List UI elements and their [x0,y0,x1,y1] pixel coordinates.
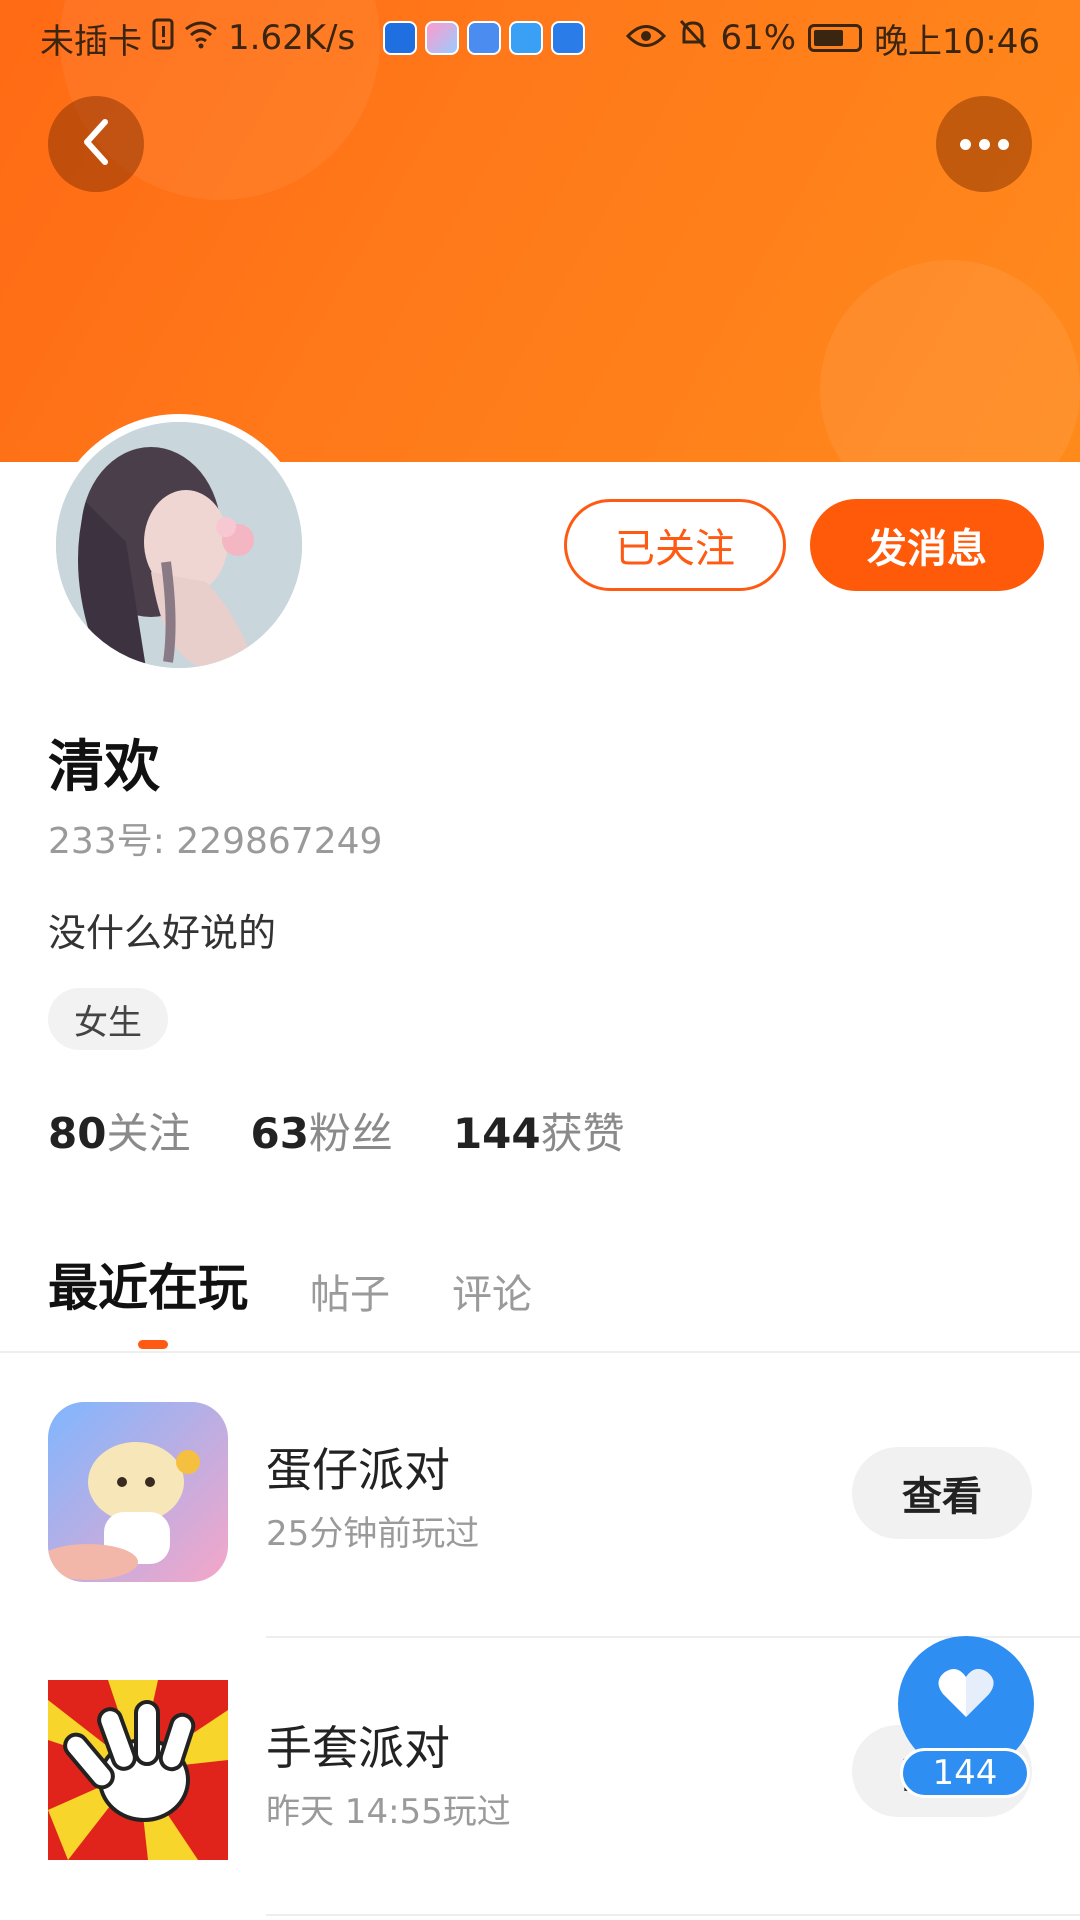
game-played-time: 昨天 14:55玩过 [266,1792,511,1832]
tab-comments[interactable]: 评论 [452,1262,532,1320]
ribbon-app-icon [425,21,460,55]
active-tab-indicator [138,1340,168,1349]
send-message-button[interactable]: 发消息 [810,499,1044,591]
tabs-divider [0,1351,1080,1353]
gender-tag: 女生 [48,988,168,1050]
more-dots-icon [959,138,1009,150]
browser-app-icon [509,21,544,55]
list-item[interactable]: 蛋仔派对 25分钟前玩过 查看 [0,1402,1080,1582]
stat-following-count: 80 [48,1109,107,1158]
stat-fans-label: 粉丝 [308,1109,393,1158]
more-button[interactable] [936,96,1032,192]
wifi-icon [184,18,218,58]
net-speed-text: 1.62K/s [228,18,356,58]
stat-following-label: 关注 [106,1109,191,1158]
sim-alert-icon [152,18,174,59]
heart-icon [937,1667,995,1723]
shield-app-icon [383,21,418,55]
status-bar: 未插卡 1.62K/s 61% 晚上10:46 [0,0,1080,76]
stat-following[interactable]: 80 关注 [48,1100,190,1161]
profile-tabs: 最近在玩 帖子 评论 [48,1248,532,1320]
game-title: 手套派对 [266,1721,450,1775]
stat-fans[interactable]: 63 粉丝 [250,1100,392,1161]
profile-stats: 80 关注 63 粉丝 144 获赞 [48,1100,625,1161]
stat-fans-count: 63 [250,1109,309,1158]
tab-posts[interactable]: 帖子 [310,1262,390,1320]
bulb-app-icon [551,21,586,55]
game-played-time: 25分钟前玩过 [266,1514,480,1554]
tab-recent-playing[interactable]: 最近在玩 [48,1248,248,1320]
battery-percent-text: 61% [720,18,797,58]
profile-name: 清欢 [48,735,160,800]
avatar[interactable] [48,414,310,676]
eggy-party-game-icon [48,1402,228,1582]
stat-likes-count: 144 [452,1109,541,1158]
stat-likes[interactable]: 144 获赞 [453,1100,625,1161]
bell-muted-icon [678,18,708,59]
game-title: 蛋仔派对 [266,1443,450,1497]
eye-icon [626,18,667,58]
music-app-icon [467,21,502,55]
carrier-text: 未插卡 [40,21,142,62]
user-id: 233号: 229867249 [48,821,383,862]
view-game-button[interactable]: 查看 [852,1447,1032,1539]
battery-icon [808,24,863,52]
chevron-left-icon [79,118,113,170]
clock-text: 晚上10:46 [874,21,1040,62]
glove-party-game-icon [48,1680,228,1860]
back-button[interactable] [48,96,144,192]
row-divider [266,1914,1080,1916]
stat-likes-label: 获赞 [540,1109,625,1158]
like-count-badge: 144 [900,1748,1030,1798]
profile-bio: 没什么好说的 [48,911,277,955]
followed-button[interactable]: 已关注 [564,499,786,591]
